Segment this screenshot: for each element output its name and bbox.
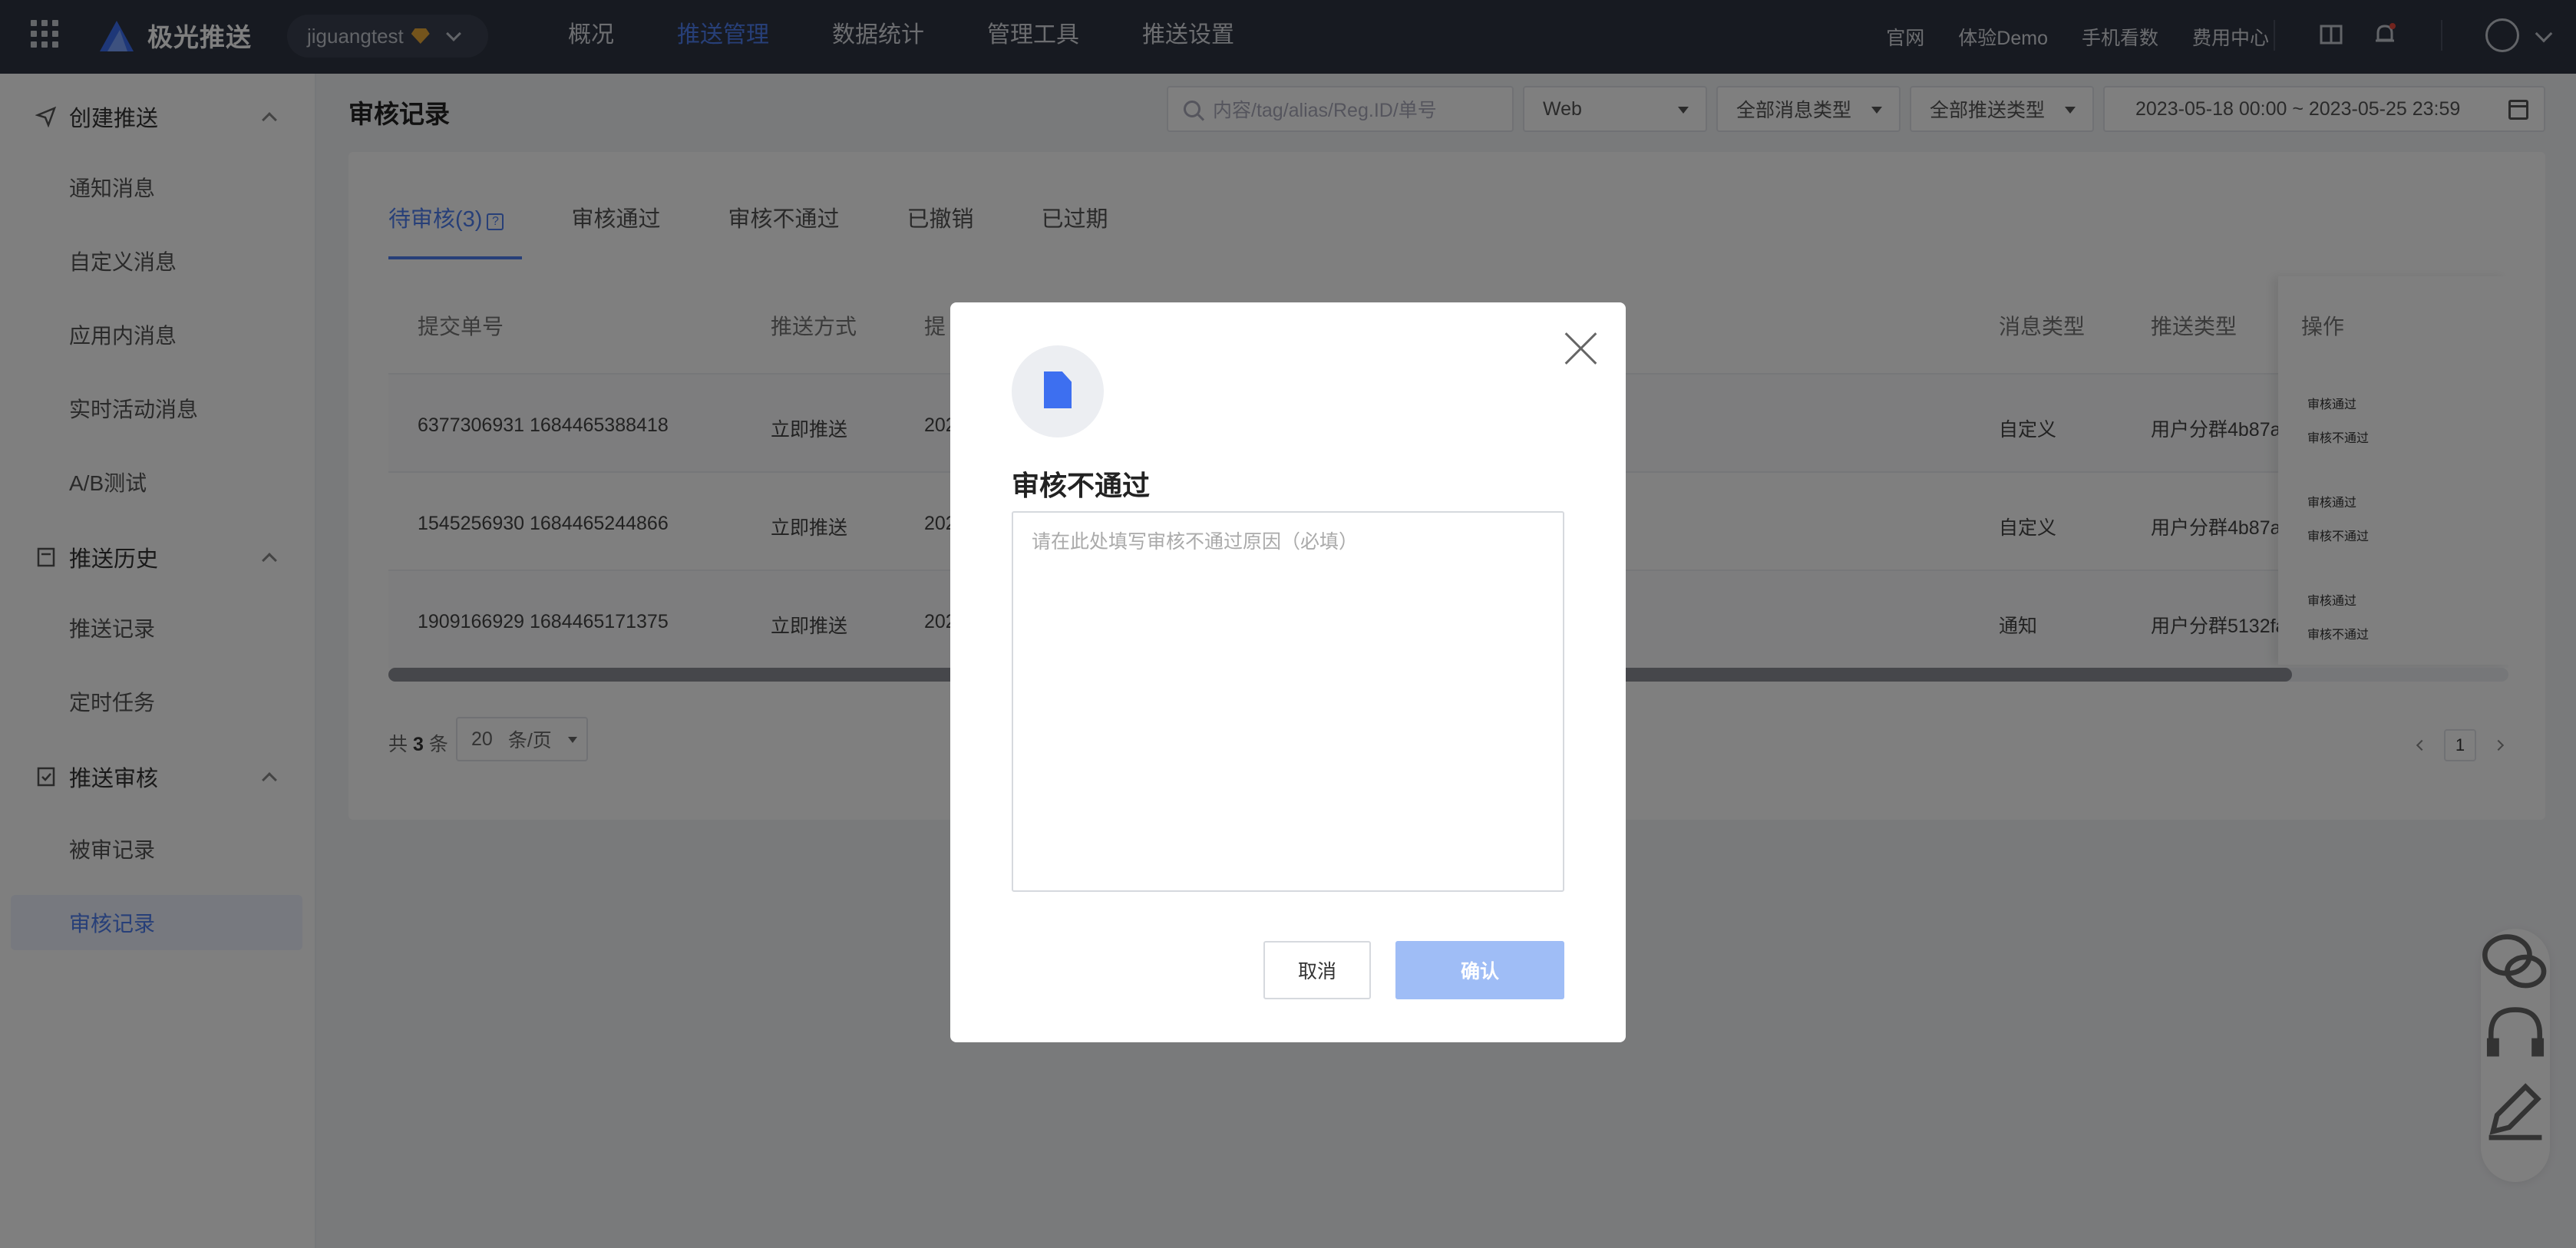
confirm-button[interactable]: 确认 <box>1395 941 1564 999</box>
document-icon <box>1044 371 1072 408</box>
cancel-button[interactable]: 取消 <box>1263 941 1371 999</box>
dialog-title: 审核不通过 <box>1012 470 1151 501</box>
close-icon[interactable] <box>1564 332 1598 365</box>
reject-reason-input[interactable] <box>1012 511 1564 892</box>
reject-dialog: 审核不通过 取消 确认 <box>950 302 1626 1042</box>
dialog-icon-badge <box>1012 345 1104 437</box>
